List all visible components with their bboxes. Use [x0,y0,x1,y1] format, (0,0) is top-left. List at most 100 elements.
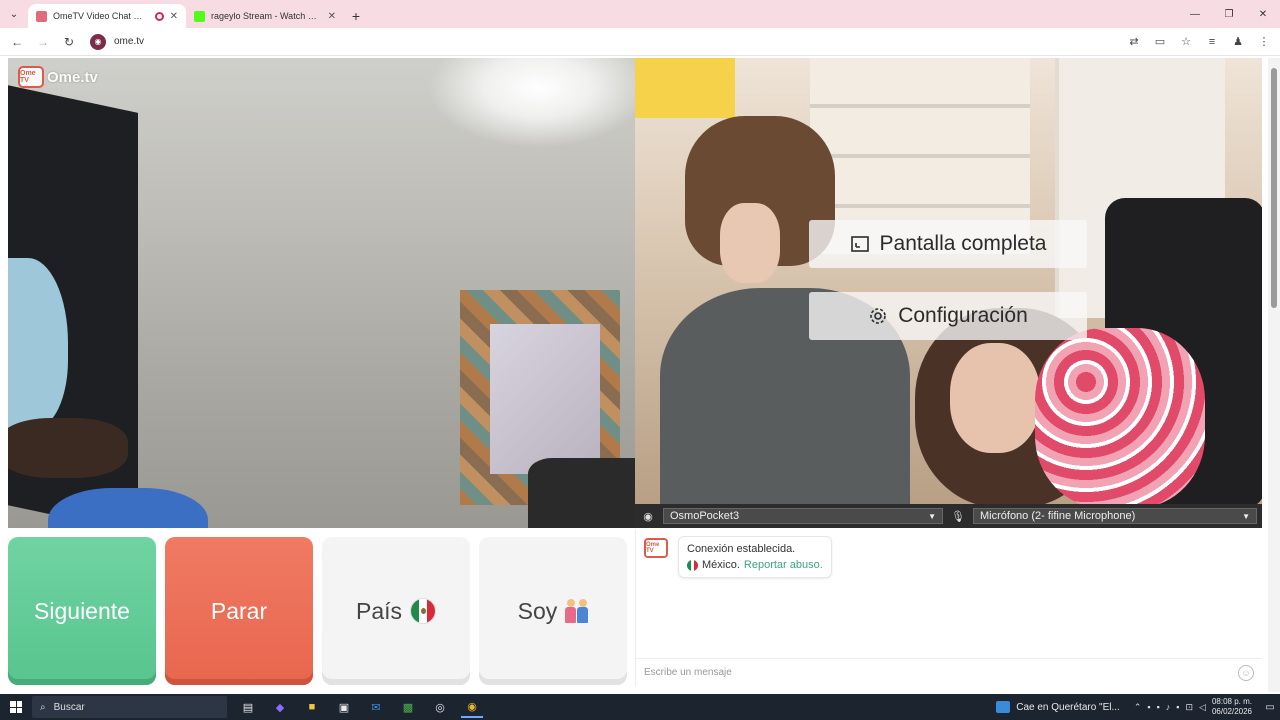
forward-icon[interactable]: → [32,31,54,53]
partner-country: México. [702,559,740,571]
mexico-flag-icon [687,559,698,571]
site-info-icon[interactable]: ◉ [90,33,106,50]
taskbar: ⌕ Buscar ▤ ◆ ■ ▣ ✉ ▩ ◎ ◉ Cae en Querétar… [0,694,1280,720]
notification-icon[interactable]: ▭ [1260,697,1280,717]
gender-label: Soy [517,597,558,624]
news-headline: Cae en Querétaro "El... [1016,701,1120,713]
url-text: ome.tv [114,36,145,47]
ometv-chat-icon: Ome TV [644,538,668,558]
emoji-icon[interactable]: ☺ [1238,664,1254,681]
microphone-icon[interactable]: ♪ [1166,702,1171,712]
next-label: Siguiente [34,597,130,624]
tab-ometv[interactable]: OmeTV Video Chat — Ome ✕ [28,4,186,28]
kick-favicon-icon [194,10,205,22]
file-explorer-icon[interactable]: ■ [301,696,323,718]
settings-button[interactable]: Configuración [809,292,1087,340]
camera-select[interactable]: OsmoPocket3 ▼ [663,508,943,524]
microphone-name: Micrófono (2- fifine Microphone) [980,510,1136,522]
chrome-icon[interactable]: ◉ [461,696,483,718]
tab-title: OmeTV Video Chat — Ome [53,11,149,21]
profile-icon[interactable]: ♟ [1228,32,1248,52]
tab-kick-stream[interactable]: rageylo Stream - Watch Live or ✕ [186,4,344,28]
mexico-flag-icon [410,598,437,624]
fullscreen-label: Pantalla completa [879,232,1047,255]
restore-icon[interactable]: ❐ [1212,0,1246,28]
volume-icon[interactable]: ◁ [1199,702,1206,713]
address-bar: ← → ↻ ◉ ome.tv ⇄ ▭ ☆ ≡ ♟ ⋮ [0,28,1280,56]
microphone-icon: 🎙 [951,510,965,523]
taskbar-search[interactable]: ⌕ Buscar [32,696,227,718]
system-tray: ⌃ ▪ ▪ ♪ ▪ ⊡ ◁ [1134,702,1206,713]
cast-icon[interactable]: ▭ [1150,32,1170,52]
settings-label: Configuración [898,304,1028,327]
chevron-down-icon: ▼ [1242,511,1250,521]
country-label: País [355,597,403,624]
tab-strip: ⌄ OmeTV Video Chat — Ome ✕ rageylo Strea… [0,0,1280,28]
translate-icon[interactable]: ⇄ [1124,32,1144,52]
clock-time: 08:08 p. m. [1211,697,1252,706]
logo-text: Ome.tv [47,68,98,86]
outlook-icon[interactable]: ✉ [365,696,387,718]
tab-title: rageylo Stream - Watch Live or [211,11,322,21]
tray-app-icon[interactable]: ▪ [1157,702,1160,712]
recording-indicator-icon [154,11,164,21]
search-placeholder: Buscar [53,701,85,713]
news-icon [996,701,1011,713]
close-tab-icon[interactable]: ✕ [170,11,178,22]
system-message: Conexión establecida. México. Reportar a… [678,536,832,578]
stop-button[interactable]: Parar [165,537,313,685]
fullscreen-button[interactable]: Pantalla completa [809,220,1087,268]
ometv-logo-icon: Ome TV [18,66,44,88]
clock-date: 06/02/2026 [1211,707,1252,716]
chevron-down-icon: ▼ [928,511,936,521]
news-widget[interactable]: Cae en Querétaro "El... [996,701,1120,713]
stop-label: Parar [210,597,268,624]
chat-panel: Ome TV Conexión establecida. México. Rep… [635,530,1262,686]
search-icon: ⌕ [40,701,46,713]
ometv-favicon-icon [36,10,47,22]
next-button[interactable]: Siguiente [8,537,156,685]
url-field[interactable]: ◉ ome.tv [84,31,1120,53]
window-controls: — ❐ ✕ [1178,0,1280,28]
page-scrollbar[interactable] [1268,58,1280,692]
media-icon[interactable]: ≡ [1202,32,1222,52]
store-icon[interactable]: ▣ [333,696,355,718]
copilot-icon[interactable]: ◆ [269,696,291,718]
obs-icon[interactable]: ◎ [429,696,451,718]
minimize-icon[interactable]: — [1178,0,1212,28]
connection-status: Conexión establecida. [687,543,796,555]
stranger-video [8,58,635,528]
reload-icon[interactable]: ↻ [58,31,80,53]
network-icon[interactable]: ⊡ [1185,702,1193,713]
tab-search-chevron-icon[interactable]: ⌄ [0,0,28,28]
gender-button[interactable]: Soy [479,537,627,685]
ometv-logo: Ome TV Ome.tv [18,66,98,88]
couple-icon [565,599,589,623]
camera-name: OsmoPocket3 [670,510,740,522]
start-button[interactable] [0,694,32,720]
star-icon[interactable]: ☆ [1176,32,1196,52]
message-input[interactable]: Escribe un mensaje ☺ [636,658,1262,686]
menu-icon[interactable]: ⋮ [1254,32,1274,52]
minecraft-icon[interactable]: ▩ [397,696,419,718]
chevron-up-icon[interactable]: ⌃ [1134,702,1142,713]
scrollbar-thumb[interactable] [1271,68,1277,308]
report-abuse-link[interactable]: Reportar abuso. [744,557,823,573]
gear-icon [870,308,887,324]
back-icon[interactable]: ← [6,31,28,53]
new-tab-button[interactable]: + [344,4,368,28]
close-window-icon[interactable]: ✕ [1246,0,1280,28]
self-video [635,58,1262,504]
tray-app-icon[interactable]: ▪ [1147,702,1150,712]
country-button[interactable]: País [322,537,470,685]
task-view-icon[interactable]: ▤ [237,696,259,718]
device-bar: ◉ OsmoPocket3 ▼ 🎙 Micrófono (2- fifine M… [635,504,1262,528]
tray-app-icon[interactable]: ▪ [1176,702,1179,712]
webcam-icon: ◉ [643,510,653,523]
clock[interactable]: 08:08 p. m. 06/02/2026 [1212,697,1252,717]
close-tab-icon[interactable]: ✕ [328,11,336,22]
microphone-select[interactable]: Micrófono (2- fifine Microphone) ▼ [973,508,1257,524]
windows-icon [10,701,22,713]
fullscreen-icon [850,236,869,252]
message-placeholder: Escribe un mensaje [644,667,732,678]
